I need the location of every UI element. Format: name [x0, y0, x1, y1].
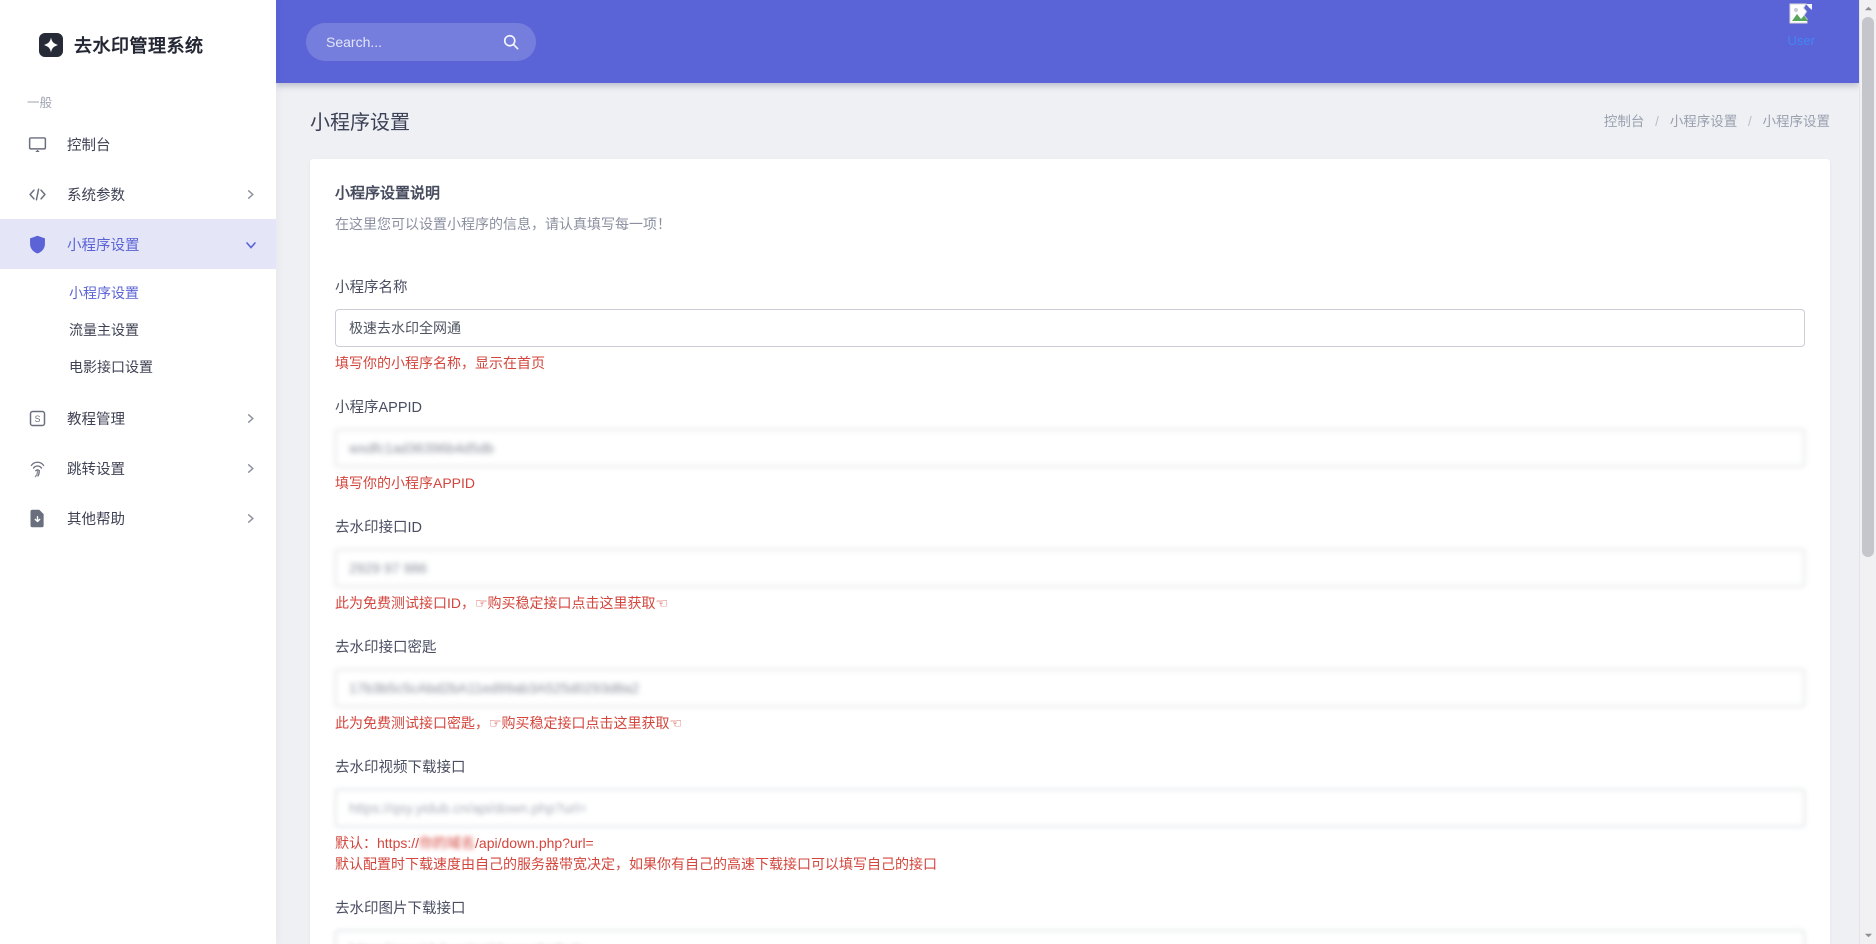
image-download-api-input[interactable] [335, 930, 1805, 944]
sidebar-section-label: 一般 [27, 92, 276, 111]
submenu-item-label: 电影接口设置 [69, 357, 153, 377]
submenu-item-label: 流量主设置 [69, 320, 139, 340]
api-id-input[interactable] [335, 549, 1805, 587]
sidebar-item-label: 系统参数 [67, 184, 125, 205]
chevron-down-icon [245, 239, 256, 250]
shield-icon [27, 234, 48, 255]
field-hint-default-url: 默认：https://你的域名/api/down.php?url= [335, 834, 1805, 852]
fingerprint-icon [27, 458, 48, 479]
sidebar-item-label: 教程管理 [67, 408, 125, 429]
sidebar-item-label: 跳转设置 [67, 458, 125, 479]
field-label: 去水印视频下载接口 [335, 758, 1805, 778]
field-hint: 此为免费测试接口密匙，☞购买稳定接口点击这里获取☜ [335, 714, 1805, 732]
hint-text: 默认：https:// [335, 835, 419, 851]
user-menu[interactable]: User [1788, 2, 1815, 48]
sidebar-item-redirect-settings[interactable]: 跳转设置 [0, 443, 276, 493]
submenu-item-movie-api-settings[interactable]: 电影接口设置 [0, 348, 276, 385]
search-icon[interactable] [501, 32, 521, 52]
page-title: 小程序设置 [310, 106, 410, 135]
chevron-right-icon [245, 413, 256, 424]
field-hint: 填写你的小程序名称，显示在首页 [335, 354, 1805, 372]
logo-text: 去水印管理系统 [74, 32, 204, 58]
api-secret-input[interactable] [335, 669, 1805, 707]
logo-star-icon [38, 32, 64, 58]
field-api-secret: 去水印接口密匙 此为免费测试接口密匙，☞购买稳定接口点击这里获取☜ [335, 638, 1805, 732]
field-hint-bandwidth: 默认配置时下载速度由自己的服务器带宽决定，如果你有自己的高速下载接口可以填写自己… [335, 855, 1805, 873]
card-heading: 小程序设置说明 [335, 184, 1805, 204]
scrollbar-down-arrow[interactable] [1860, 927, 1876, 944]
breadcrumb-separator: / [1748, 114, 1752, 129]
appid-input[interactable] [335, 429, 1805, 467]
sidebar-item-label: 其他帮助 [67, 508, 125, 529]
chevron-right-icon [245, 463, 256, 474]
field-appid: 小程序APPID 填写你的小程序APPID [335, 398, 1805, 492]
chevron-right-icon [245, 189, 256, 200]
buy-api-link[interactable]: ☞购买稳定接口点击这里获取☜ [475, 595, 668, 611]
field-label: 小程序名称 [335, 278, 1805, 298]
breadcrumb-item-current: 小程序设置 [1763, 114, 1831, 129]
field-hint: 此为免费测试接口ID，☞购买稳定接口点击这里获取☜ [335, 594, 1805, 612]
field-label: 小程序APPID [335, 398, 1805, 418]
scrollbar-thumb[interactable] [1862, 17, 1874, 557]
field-image-download-api: 去水印图片下载接口 [335, 899, 1805, 944]
scrollbar-up-arrow[interactable] [1860, 0, 1876, 17]
hint-text: /api/down.php?url= [475, 835, 594, 851]
vertical-scrollbar[interactable] [1859, 0, 1876, 944]
video-download-api-input[interactable] [335, 789, 1805, 827]
buy-api-link[interactable]: ☞购买稳定接口点击这里获取☜ [489, 715, 682, 731]
breadcrumb-separator: / [1655, 114, 1659, 129]
sidebar-item-other-help[interactable]: 其他帮助 [0, 493, 276, 543]
content-area: User 小程序设置 控制台 / 小程序设置 / 小程序设置 小程序设置说明 在… [276, 0, 1859, 944]
app-logo[interactable]: 去水印管理系统 [0, 0, 276, 58]
app-window: 去水印管理系统 一般 控制台 系统参数 [0, 0, 1876, 944]
broken-image-icon [1788, 2, 1814, 25]
breadcrumb: 控制台 / 小程序设置 / 小程序设置 [1604, 110, 1830, 130]
page-body: 小程序设置 控制台 / 小程序设置 / 小程序设置 小程序设置说明 在这里您可以… [276, 83, 1859, 944]
breadcrumb-item-miniprogram[interactable]: 小程序设置 [1670, 114, 1738, 129]
sidebar-item-miniprogram-settings[interactable]: 小程序设置 [0, 219, 276, 269]
hint-text: 此为免费测试接口ID， [335, 595, 475, 611]
field-label: 去水印接口密匙 [335, 638, 1805, 658]
field-video-download-api: 去水印视频下载接口 默认：https://你的域名/api/down.php?u… [335, 758, 1805, 873]
card-description: 在这里您可以设置小程序的信息，请认真填写每一项！ [335, 214, 1805, 234]
field-api-id: 去水印接口ID 此为免费测试接口ID，☞购买稳定接口点击这里获取☜ [335, 518, 1805, 612]
sidebar: 去水印管理系统 一般 控制台 系统参数 [0, 0, 276, 944]
submenu-item-traffic-settings[interactable]: 流量主设置 [0, 311, 276, 348]
sidebar-item-label: 控制台 [67, 134, 111, 155]
chevron-right-icon [245, 513, 256, 524]
sidebar-item-tutorial-management[interactable]: S 教程管理 [0, 393, 276, 443]
monitor-icon [27, 134, 48, 155]
svg-text:S: S [35, 414, 41, 424]
page-header: 小程序设置 控制台 / 小程序设置 / 小程序设置 [276, 89, 1859, 151]
field-hint: 填写你的小程序APPID [335, 474, 1805, 492]
search-box [306, 23, 536, 61]
sidebar-item-system-params[interactable]: 系统参数 [0, 169, 276, 219]
hint-blurred-domain: 你的域名 [419, 835, 475, 851]
hint-text: 此为免费测试接口密匙， [335, 715, 489, 731]
miniprogram-name-input[interactable] [335, 309, 1805, 347]
topbar: User [276, 0, 1859, 83]
sidebar-item-label: 小程序设置 [67, 234, 140, 255]
code-icon [27, 184, 48, 205]
sidebar-item-console[interactable]: 控制台 [0, 119, 276, 169]
submenu-item-label: 小程序设置 [69, 283, 139, 303]
miniprogram-submenu: 小程序设置 流量主设置 电影接口设置 [0, 269, 276, 393]
user-label[interactable]: User [1788, 33, 1815, 48]
breadcrumb-item-console[interactable]: 控制台 [1604, 114, 1645, 129]
submenu-item-miniprogram-settings[interactable]: 小程序设置 [0, 274, 276, 311]
file-download-icon [27, 508, 48, 529]
field-miniprogram-name: 小程序名称 填写你的小程序名称，显示在首页 [335, 278, 1805, 372]
field-label: 去水印接口ID [335, 518, 1805, 538]
settings-card: 小程序设置说明 在这里您可以设置小程序的信息，请认真填写每一项！ 小程序名称 填… [310, 159, 1830, 944]
square-s-icon: S [27, 408, 48, 429]
field-label: 去水印图片下载接口 [335, 899, 1805, 919]
